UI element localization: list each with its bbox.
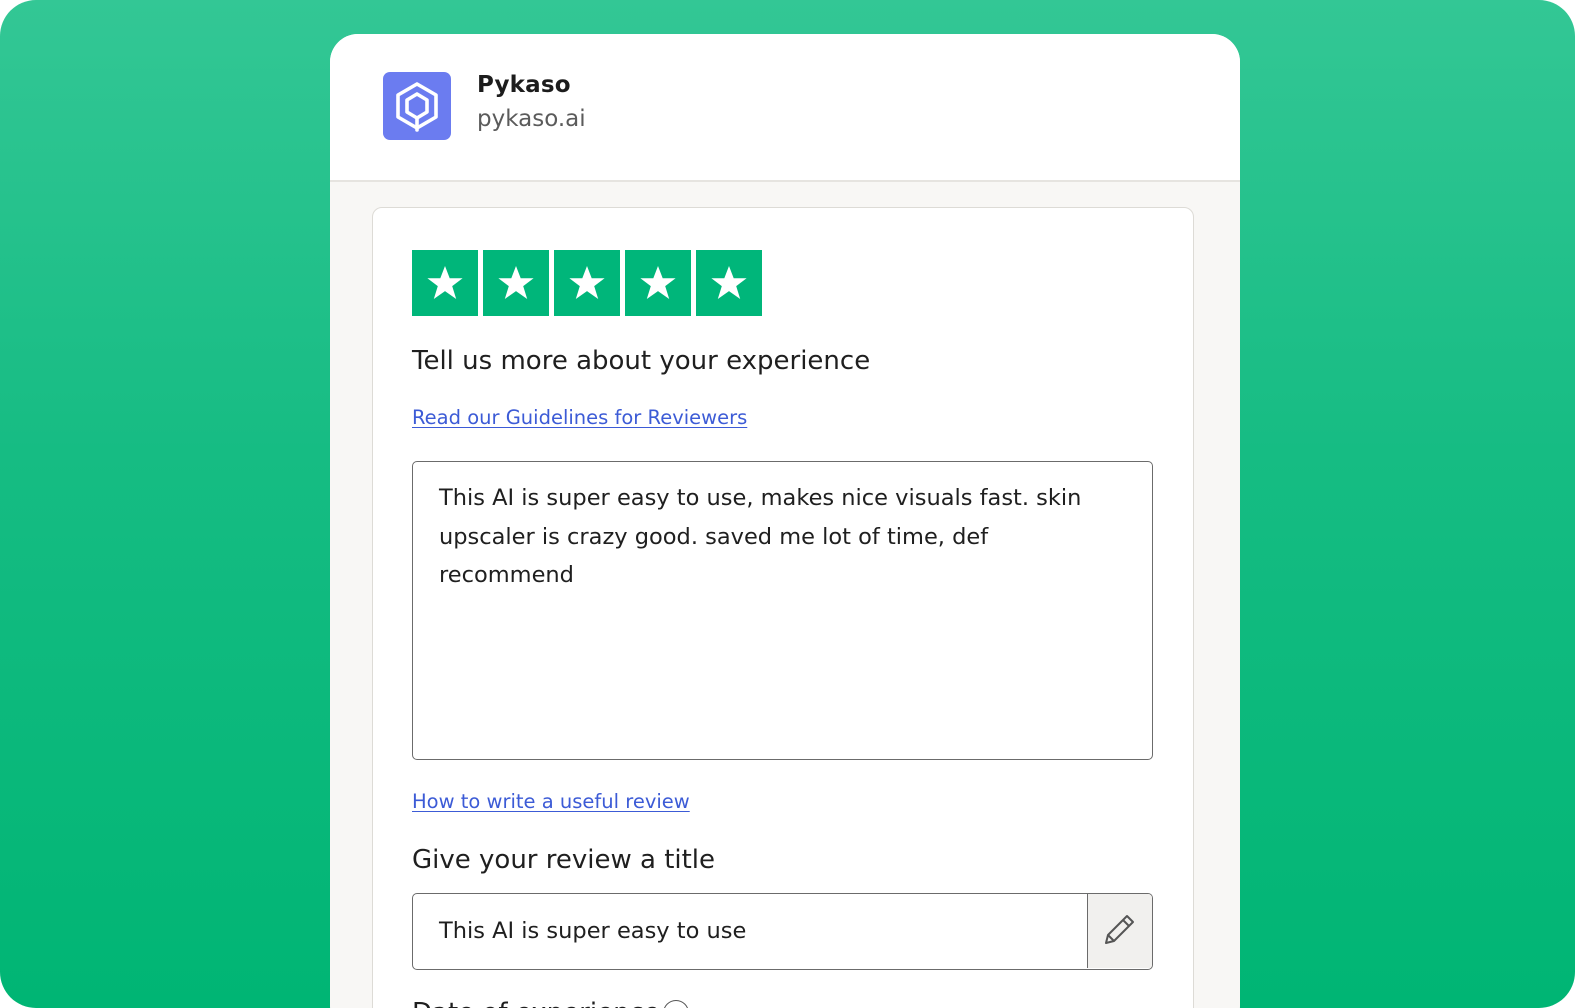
company-header: Pykaso pykaso.ai [330, 34, 1240, 182]
review-textarea[interactable]: This AI is super easy to use, makes nice… [412, 461, 1153, 760]
star-icon[interactable] [625, 250, 691, 316]
date-of-experience-label: Date of experience [412, 998, 660, 1008]
review-form-card: Tell us more about your experience Read … [372, 207, 1194, 1008]
title-field: This AI is super easy to use [412, 893, 1153, 970]
review-panel: Pykaso pykaso.ai Tell us more about your… [330, 34, 1240, 1008]
title-heading: Give your review a title [412, 845, 716, 875]
info-icon[interactable] [663, 1000, 689, 1008]
star-icon[interactable] [483, 250, 549, 316]
edit-title-button[interactable] [1087, 894, 1152, 968]
pykaso-logo-icon [383, 72, 451, 140]
page-background: Pykaso pykaso.ai Tell us more about your… [0, 0, 1575, 1008]
star-icon[interactable] [696, 250, 762, 316]
company-name: Pykaso [477, 72, 571, 98]
title-input[interactable]: This AI is super easy to use [413, 894, 1088, 968]
company-domain: pykaso.ai [477, 106, 586, 132]
useful-review-link[interactable]: How to write a useful review [412, 790, 690, 813]
star-icon[interactable] [554, 250, 620, 316]
pencil-icon [1101, 910, 1139, 952]
experience-prompt: Tell us more about your experience [412, 346, 871, 376]
guidelines-link[interactable]: Read our Guidelines for Reviewers [412, 406, 747, 429]
star-icon[interactable] [412, 250, 478, 316]
star-rating[interactable] [412, 250, 762, 316]
